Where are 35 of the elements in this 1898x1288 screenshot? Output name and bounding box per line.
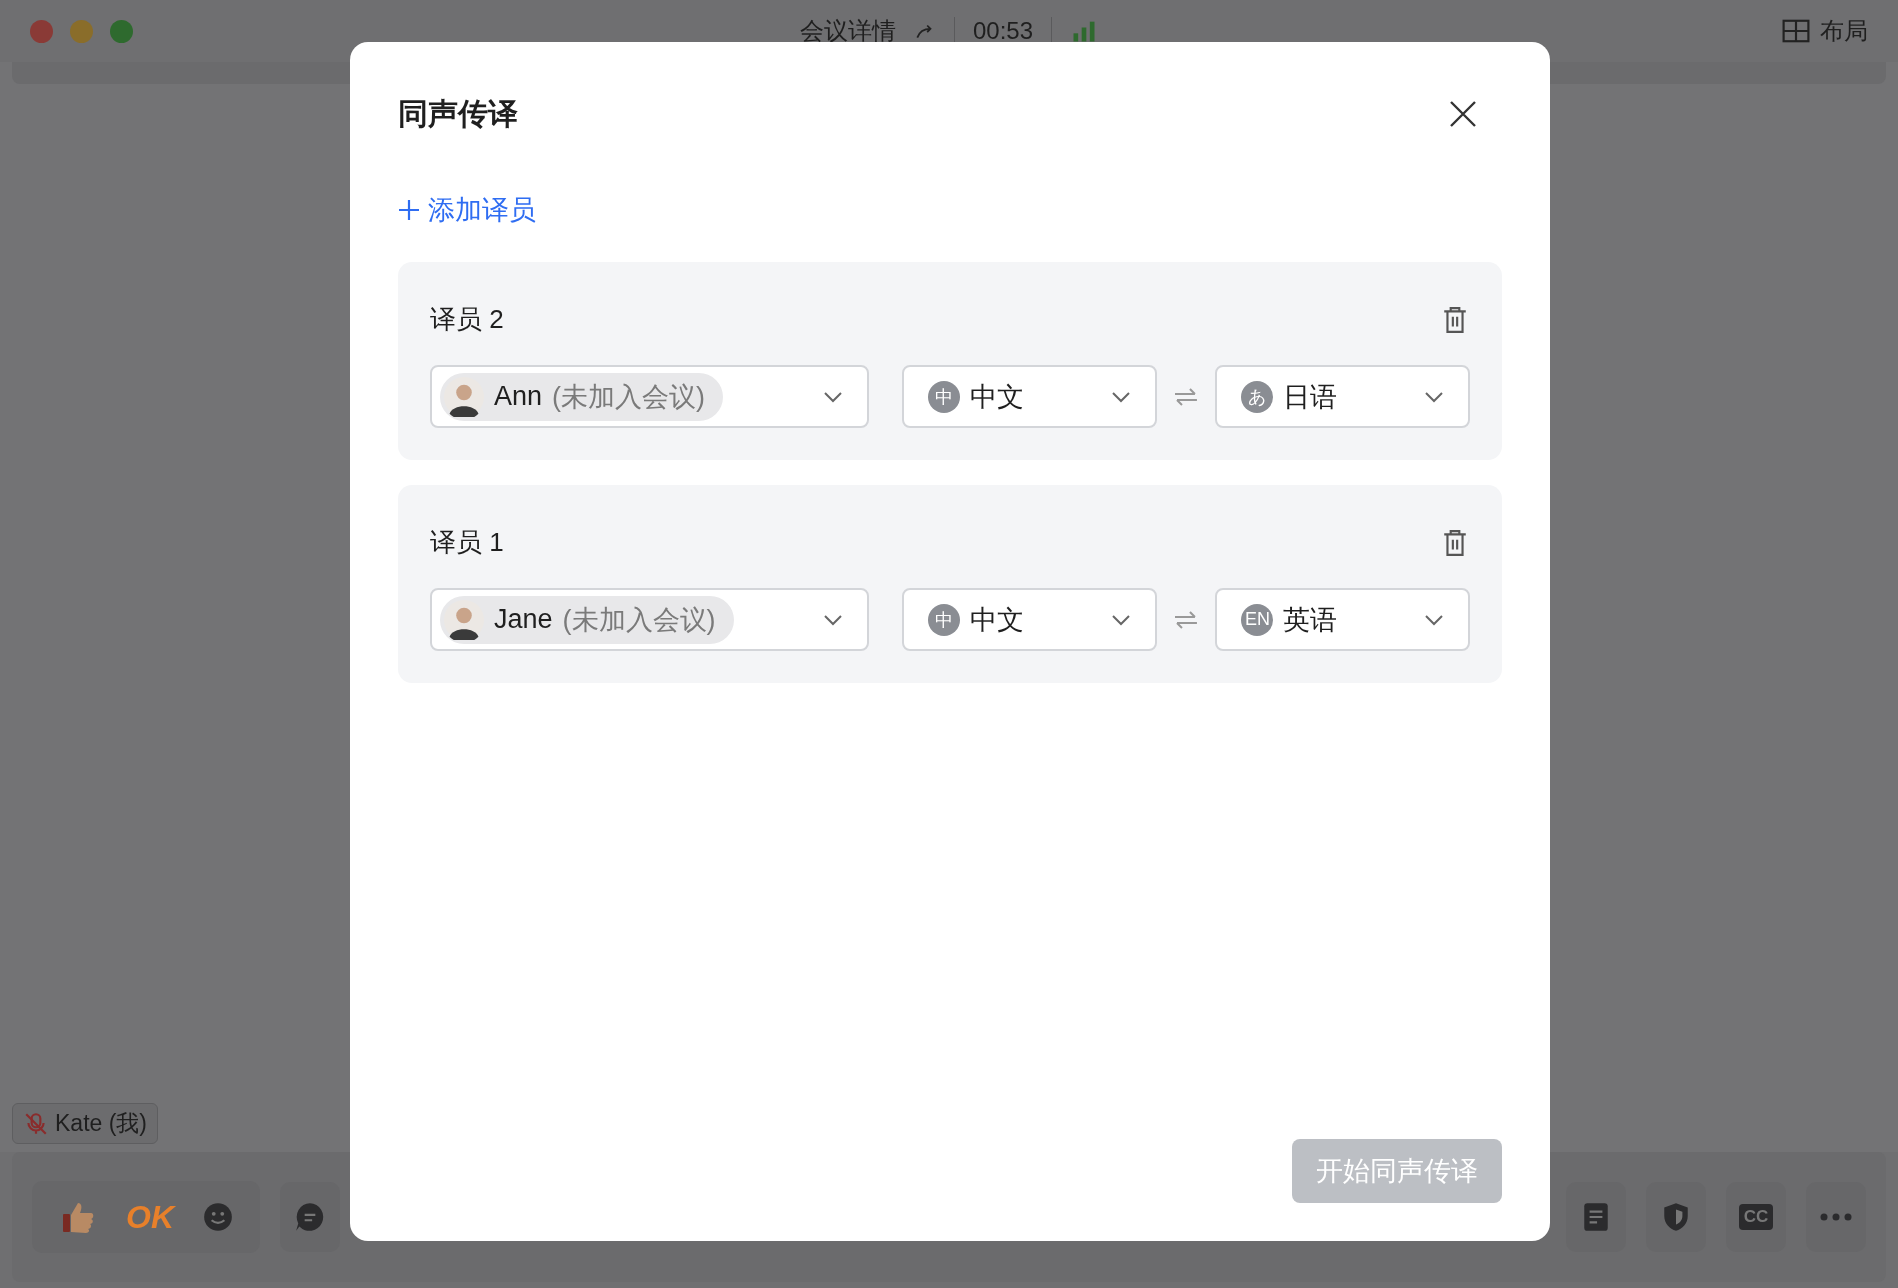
target-language-select[interactable]: EN 英语 [1215, 588, 1470, 651]
participant-label: Kate (我) [12, 1103, 159, 1144]
emoji-icon[interactable] [202, 1201, 234, 1233]
plus-icon [398, 199, 420, 221]
avatar [444, 376, 484, 417]
close-icon[interactable] [1448, 99, 1478, 129]
chevron-down-icon [823, 390, 844, 403]
meeting-timer: 00:53 [972, 17, 1034, 45]
chevron-down-icon [823, 613, 844, 626]
chevron-down-icon [1424, 390, 1444, 403]
notes-button[interactable] [1566, 1182, 1626, 1252]
chevron-down-icon [1110, 390, 1131, 403]
chat-icon [294, 1201, 326, 1233]
delete-icon[interactable] [1442, 528, 1468, 557]
delete-icon[interactable] [1442, 305, 1468, 334]
target-language-select[interactable]: あ 日语 [1215, 365, 1470, 428]
close-window-icon[interactable] [30, 19, 53, 43]
chevron-down-icon [1424, 613, 1444, 626]
source-language-select[interactable]: 中 中文 [902, 588, 1157, 651]
chat-button[interactable] [280, 1182, 340, 1252]
interpreter-label: 译员 1 [430, 526, 504, 559]
interpreter-label: 译员 2 [430, 303, 504, 336]
chevron-down-icon [1110, 613, 1131, 626]
swap-icon[interactable] [1172, 385, 1199, 408]
more-button[interactable] [1806, 1182, 1866, 1252]
swap-icon[interactable] [1172, 608, 1199, 631]
interpreter-select[interactable]: Ann (未加入会议) [430, 365, 870, 428]
add-interpreter-link[interactable]: 添加译员 [398, 192, 536, 228]
interpreter-select[interactable]: Jane (未加入会议) [430, 588, 870, 651]
dialog-title: 同声传译 [398, 95, 518, 132]
more-icon [1818, 1212, 1854, 1222]
grid-icon [1782, 19, 1810, 43]
security-button[interactable] [1646, 1182, 1706, 1252]
source-language-select[interactable]: 中 中文 [902, 365, 1157, 428]
avatar [444, 599, 484, 640]
